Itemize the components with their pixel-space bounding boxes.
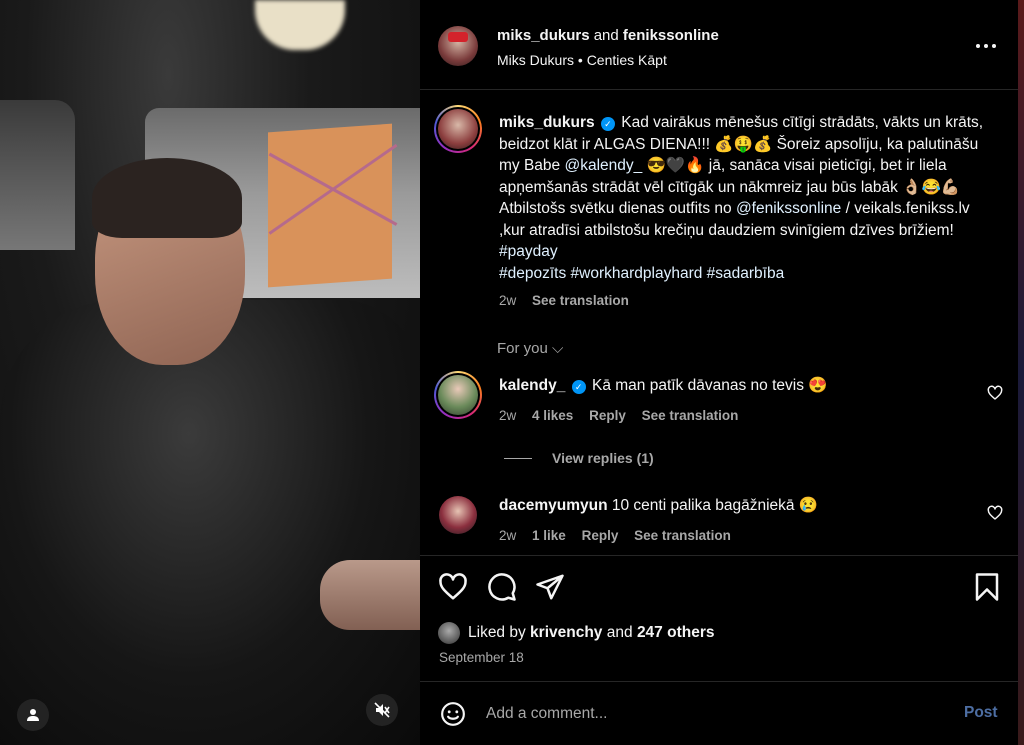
mention-link[interactable]: @fenikssonline xyxy=(736,200,841,217)
post-date[interactable]: September 18 xyxy=(439,650,524,665)
see-translation-button[interactable]: See translation xyxy=(634,528,731,543)
commenter-avatar[interactable] xyxy=(434,371,482,419)
reply-button[interactable]: Reply xyxy=(582,528,619,543)
post-actions: Liked by krivenchy and 247 others Septem… xyxy=(420,556,1018,682)
comments-section[interactable]: miks_dukurs ✓ Kad vairākus mēnešus cītīg… xyxy=(420,90,1018,556)
caption-age: 2w xyxy=(499,293,517,308)
liker-username[interactable]: krivenchy xyxy=(530,624,602,642)
mute-button[interactable] xyxy=(366,694,398,726)
comment-likes[interactable]: 4 likes xyxy=(532,408,573,423)
author-username[interactable]: miks_dukurs xyxy=(497,27,590,44)
replies-divider xyxy=(504,457,532,459)
caption-username[interactable]: miks_dukurs xyxy=(499,114,595,131)
comment-meta: 2w 4 likes Reply See translation xyxy=(499,408,750,423)
share-send-icon[interactable] xyxy=(535,572,565,602)
post-details-panel: miks_dukurs and fenikssonline Miks Dukur… xyxy=(420,0,1018,745)
user-icon xyxy=(27,709,39,721)
post-subtitle[interactable]: Miks Dukurs • Centies Kāpt xyxy=(497,52,667,68)
more-dot-icon xyxy=(976,44,980,48)
comment-age: 2w xyxy=(499,408,517,423)
comment-meta: 2w 1 like Reply See translation xyxy=(499,528,743,543)
comment-body: Kā man patīk dāvanas no tevis 😍 xyxy=(591,377,828,394)
likes-count-link[interactable]: 247 others xyxy=(637,624,715,642)
commenter-username[interactable]: dacemyumyun xyxy=(499,497,608,514)
comment-age: 2w xyxy=(499,528,517,543)
photo-pillar xyxy=(268,123,392,288)
comment-likes[interactable]: 1 like xyxy=(532,528,566,543)
see-translation-button[interactable]: See translation xyxy=(532,293,629,308)
caption-author-avatar[interactable] xyxy=(434,105,482,153)
like-comment-heart-icon[interactable] xyxy=(987,505,1003,521)
post-photo[interactable] xyxy=(0,0,420,745)
photo-light xyxy=(255,0,345,50)
commenter-username[interactable]: kalendy_ xyxy=(499,377,565,394)
collab-username[interactable]: fenikssonline xyxy=(623,27,719,44)
hashtag-link[interactable]: #payday xyxy=(499,243,558,260)
tagged-users-button[interactable] xyxy=(17,699,49,731)
view-replies-button[interactable]: View replies (1) xyxy=(504,450,654,466)
photo-window-left xyxy=(0,100,75,250)
like-comment-heart-icon[interactable] xyxy=(987,385,1003,401)
liked-by-prefix: Liked by xyxy=(468,624,526,641)
reply-button[interactable]: Reply xyxy=(589,408,626,423)
caption-meta: 2w See translation xyxy=(499,293,641,308)
emoji-icon[interactable] xyxy=(440,701,466,727)
view-replies-label: View replies (1) xyxy=(552,450,654,466)
comment-body: 10 centi palika bagāžniekā 😢 xyxy=(611,497,819,514)
liker-avatar[interactable] xyxy=(438,622,460,644)
save-bookmark-icon[interactable] xyxy=(972,572,1002,602)
add-comment-bar: Post xyxy=(420,682,1018,745)
post-header: miks_dukurs and fenikssonline Miks Dukur… xyxy=(420,0,1018,90)
comment-bubble-icon[interactable] xyxy=(487,572,517,602)
verified-badge-icon: ✓ xyxy=(600,117,615,131)
see-translation-button[interactable]: See translation xyxy=(642,408,739,423)
hashtag-link[interactable]: #depozīts #workhardplayhard #sadarbība xyxy=(499,265,784,282)
photo-arm xyxy=(320,560,420,630)
more-dot-icon xyxy=(992,44,996,48)
more-options-button[interactable] xyxy=(972,36,1000,56)
add-comment-input[interactable] xyxy=(486,702,926,726)
verified-badge-icon: ✓ xyxy=(571,380,586,394)
mention-link[interactable]: @kalendy_ xyxy=(564,157,642,174)
like-heart-icon[interactable] xyxy=(438,572,468,602)
muted-speaker-icon xyxy=(374,702,390,718)
commenter-avatar[interactable] xyxy=(439,496,477,534)
more-dot-icon xyxy=(984,44,988,48)
liked-by-suffix: and xyxy=(606,624,633,641)
comment-text: kalendy_ ✓ Kā man patīk dāvanas no tevis… xyxy=(499,375,828,396)
background-strip-right xyxy=(1018,0,1024,745)
authors-conjunction: and xyxy=(593,27,619,44)
photo-jacket xyxy=(0,300,420,745)
liked-by: Liked by krivenchy and 247 others xyxy=(438,622,714,644)
post-comment-button[interactable]: Post xyxy=(964,704,998,722)
comment-text: dacemyumyun 10 centi palika bagāžniekā 😢 xyxy=(499,495,818,516)
caption-text: miks_dukurs ✓ Kad vairākus mēnešus cītīg… xyxy=(499,112,999,284)
author-avatar[interactable] xyxy=(438,26,478,66)
post-authors: miks_dukurs and fenikssonline xyxy=(497,27,719,44)
comment-filter-dropdown[interactable]: For you ⌵ xyxy=(497,340,563,357)
photo-hair xyxy=(92,158,242,238)
